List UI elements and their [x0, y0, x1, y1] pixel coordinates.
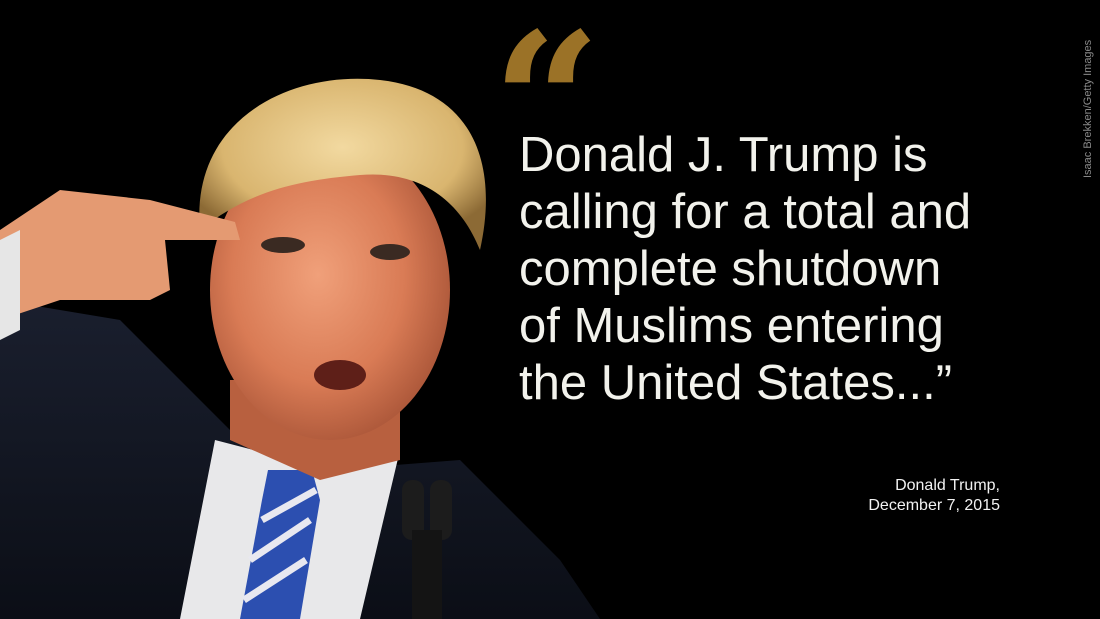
attribution-date: December 7, 2015 — [868, 497, 1000, 514]
attribution: Donald Trump, December 7, 2015 — [868, 476, 1000, 516]
quote-line: calling for a total and — [519, 185, 972, 239]
photo-credit: Isaac Brekken/Getty Images — [1082, 39, 1094, 178]
quote-line: complete shutdown — [519, 242, 942, 296]
quote-line: Donald J. Trump is — [519, 128, 928, 182]
quote-card: “ Donald J. Trump is calling for a total… — [0, 0, 1100, 619]
attribution-name: Donald Trump, — [895, 477, 1000, 494]
quote-text: Donald J. Trump is calling for a total a… — [519, 127, 1039, 412]
quote-line: of Muslims entering — [519, 299, 944, 353]
quote-line: the United States...” — [519, 356, 953, 410]
